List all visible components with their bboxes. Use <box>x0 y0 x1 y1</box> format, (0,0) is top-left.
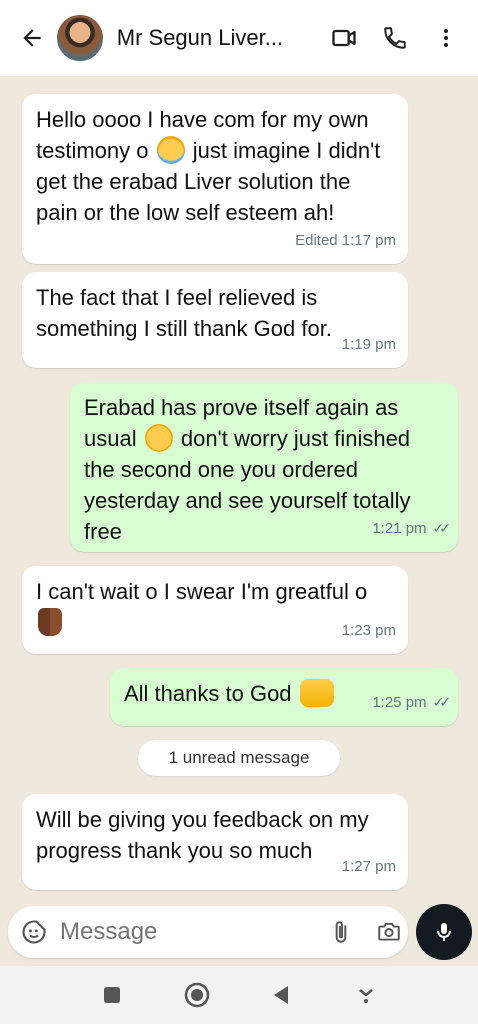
phone-icon[interactable] <box>375 18 414 58</box>
home-icon[interactable] <box>179 977 215 1013</box>
message-bubble-outgoing[interactable]: All thanks to God 1:25 pm ✓✓ <box>110 668 458 726</box>
contact-avatar[interactable] <box>57 15 103 61</box>
message-meta: 1:27 pm <box>341 858 396 875</box>
message-meta: 1:25 pm ✓✓ <box>372 687 452 718</box>
chat-area[interactable]: Hello oooo I have com for my own testimo… <box>0 76 478 896</box>
message-bubble-incoming[interactable]: Hello oooo I have com for my own testimo… <box>22 94 408 264</box>
message-text: I can't wait o I swear I'm greatful o <box>36 576 394 638</box>
message-text: The fact that I feel relieved is somethi… <box>36 285 332 341</box>
nav-options-icon[interactable] <box>348 977 384 1013</box>
chat-header: Mr Segun Liver... <box>0 0 478 76</box>
system-nav-bar <box>0 966 478 1024</box>
contact-name[interactable]: Mr Segun Liver... <box>117 25 306 51</box>
tears-of-joy-icon <box>144 424 173 452</box>
back-nav-icon[interactable] <box>263 977 299 1013</box>
message-bubble-incoming[interactable]: The fact that I feel relieved is somethi… <box>22 272 408 368</box>
unread-banner: 1 unread message <box>138 740 340 776</box>
message-meta: 1:19 pm <box>341 336 396 353</box>
recents-icon[interactable] <box>94 977 130 1013</box>
message-meta: 1:21 pm ✓✓ <box>372 513 452 544</box>
message-composer <box>8 906 408 958</box>
message-meta: Edited 1:17 pm <box>295 232 396 249</box>
more-vert-icon[interactable] <box>427 18 466 58</box>
camera-icon[interactable] <box>376 916 402 948</box>
message-bubble-outgoing[interactable]: Erabad has prove itself again as usual d… <box>70 382 458 552</box>
back-arrow-icon[interactable] <box>14 20 49 56</box>
raising-hands-icon <box>299 679 334 707</box>
message-meta: 1:23 pm <box>341 622 396 639</box>
mic-button[interactable] <box>416 904 472 960</box>
read-ticks-icon: ✓✓ <box>432 694 452 710</box>
attach-icon[interactable] <box>328 916 354 948</box>
message-bubble-incoming[interactable]: Will be giving you feedback on my progre… <box>22 794 408 890</box>
sticker-icon[interactable] <box>20 916 48 948</box>
read-ticks-icon: ✓✓ <box>432 520 452 536</box>
message-input[interactable] <box>60 918 310 946</box>
message-text: Will be giving you feedback on my progre… <box>36 807 369 863</box>
mic-icon <box>437 923 451 941</box>
message-text: Hello oooo I have com for my own testimo… <box>36 107 381 225</box>
video-call-icon[interactable] <box>324 18 363 58</box>
message-bubble-incoming[interactable]: I can't wait o I swear I'm greatful o 1:… <box>22 566 408 654</box>
folded-hands-icon <box>38 608 62 636</box>
crying-face-icon <box>156 136 185 164</box>
